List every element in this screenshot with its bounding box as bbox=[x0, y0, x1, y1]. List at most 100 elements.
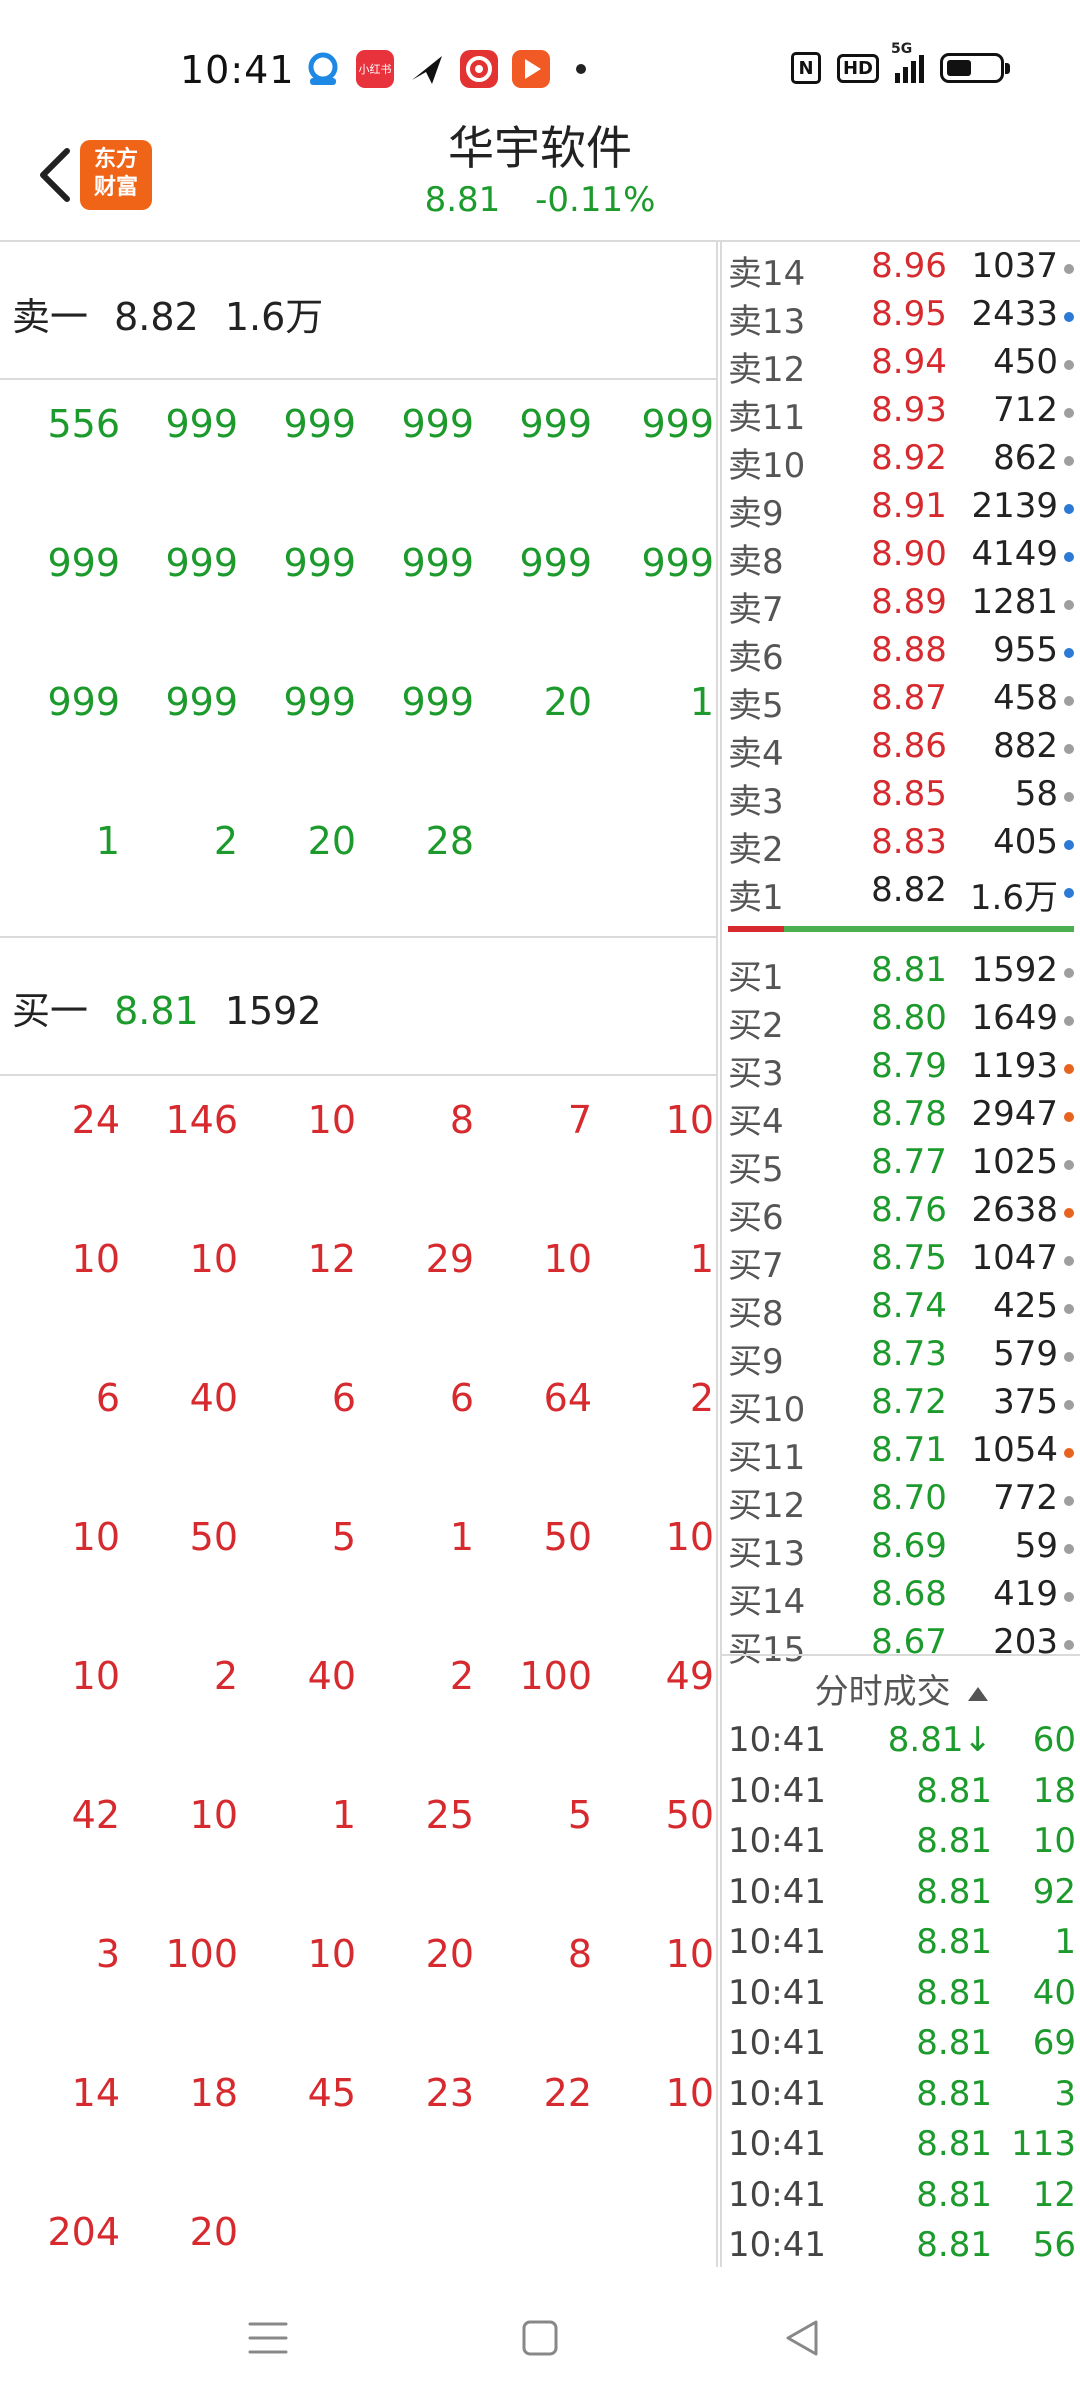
order-book-volume: 1047 bbox=[971, 1238, 1058, 1278]
order-book-row[interactable]: 买8 8.74 425 bbox=[722, 1286, 1080, 1334]
signal-icon: 5G bbox=[891, 41, 924, 83]
order-book-row[interactable]: 卖7 8.89 1281 bbox=[722, 582, 1080, 630]
tick-time: 10:41 bbox=[728, 2124, 826, 2164]
order-cell: 3 bbox=[95, 1932, 120, 1976]
order-book-row[interactable]: 买5 8.77 1025 bbox=[722, 1142, 1080, 1190]
order-book-level: 买10 bbox=[728, 1390, 806, 1430]
order-cell: 22 bbox=[543, 2071, 592, 2115]
weibo-icon bbox=[460, 50, 498, 88]
sell-one-header[interactable]: 卖一 8.82 1.6万 bbox=[12, 286, 323, 341]
stock-price: 8.81 bbox=[424, 180, 501, 220]
order-cell: 8 bbox=[449, 1098, 474, 1142]
order-book-row[interactable]: 买1 8.81 1592 bbox=[722, 950, 1080, 998]
order-book-row[interactable]: 买15 8.67 203 bbox=[722, 1622, 1080, 1670]
order-cell: 10 bbox=[665, 1932, 714, 1976]
order-book-row[interactable]: 买10 8.72 375 bbox=[722, 1382, 1080, 1430]
order-book-level: 买6 bbox=[728, 1198, 784, 1238]
order-book-volume: 375 bbox=[993, 1382, 1058, 1422]
tick-time: 10:41 bbox=[728, 2073, 826, 2114]
back-nav-button[interactable] bbox=[772, 2308, 832, 2368]
order-book-price: 8.73 bbox=[871, 1334, 947, 1374]
order-book-level: 卖4 bbox=[728, 734, 784, 774]
order-book-row[interactable]: 买4 8.78 2947 bbox=[722, 1094, 1080, 1142]
order-book-panel: 卖14 8.96 1037 卖13 8.95 2433 卖12 8.94 450 卖11 8.93 7… bbox=[720, 242, 1080, 2267]
order-book-volume: 1025 bbox=[971, 1142, 1058, 1182]
back-triangle-icon bbox=[786, 2320, 818, 2356]
order-book-row[interactable]: 卖11 8.93 712 bbox=[722, 390, 1080, 438]
tick-price: 8.81 bbox=[916, 2023, 992, 2063]
order-book-row[interactable]: 卖1 8.82 1.6万 bbox=[722, 870, 1080, 918]
mid-divider bbox=[0, 936, 716, 938]
order-book-level: 买5 bbox=[728, 1150, 784, 1190]
order-book-level: 卖14 bbox=[728, 254, 806, 294]
order-book-row[interactable]: 买12 8.70 772 bbox=[722, 1478, 1080, 1526]
order-cell: 999 bbox=[47, 680, 120, 724]
order-book-row[interactable]: 卖8 8.90 4149 bbox=[722, 534, 1080, 582]
tick-time: 10:41 bbox=[728, 1821, 826, 1861]
order-book-row[interactable]: 卖9 8.91 2139 bbox=[722, 486, 1080, 534]
xiaohongshu-icon: 小红书 bbox=[356, 50, 394, 88]
order-book-volume: 458 bbox=[993, 678, 1058, 718]
tick-time: 10:41 bbox=[728, 1972, 826, 2013]
order-cell: 999 bbox=[165, 541, 238, 585]
order-flag-dot-icon bbox=[1064, 648, 1074, 658]
order-cell: 24 bbox=[71, 1098, 120, 1142]
order-book-price: 8.83 bbox=[871, 822, 947, 862]
order-book-row[interactable]: 卖2 8.83 405 bbox=[722, 822, 1080, 870]
order-book-row[interactable]: 卖5 8.87 458 bbox=[722, 678, 1080, 726]
tick-price: 8.81 bbox=[916, 1821, 992, 1861]
order-book-volume: 1592 bbox=[971, 950, 1058, 990]
order-cell: 14 bbox=[71, 2071, 120, 2115]
order-book-price: 8.85 bbox=[871, 774, 947, 814]
order-flag-dot-icon bbox=[1064, 696, 1074, 706]
buy-one-header[interactable]: 买一 8.81 1592 bbox=[12, 980, 322, 1035]
order-book-volume: 4149 bbox=[971, 534, 1058, 574]
order-book-level: 买11 bbox=[728, 1438, 806, 1478]
order-book-price: 8.71 bbox=[871, 1430, 947, 1470]
order-book-volume: 203 bbox=[993, 1622, 1058, 1662]
order-book-row[interactable]: 卖6 8.88 955 bbox=[722, 630, 1080, 678]
order-book-row[interactable]: 卖3 8.85 58 bbox=[722, 774, 1080, 822]
ticks-header[interactable]: 分时成交 bbox=[722, 1664, 1080, 1713]
order-flag-dot-icon bbox=[1064, 1496, 1074, 1506]
order-cell: 146 bbox=[165, 1098, 238, 1142]
order-book-row[interactable]: 买7 8.75 1047 bbox=[722, 1238, 1080, 1286]
ticks-header-label: 分时成交 bbox=[814, 1672, 951, 1712]
order-book-row[interactable]: 买6 8.76 2638 bbox=[722, 1190, 1080, 1238]
order-cell: 6 bbox=[331, 1376, 356, 1420]
menu-button[interactable] bbox=[238, 2308, 298, 2368]
order-book-row[interactable]: 买2 8.80 1649 bbox=[722, 998, 1080, 1046]
order-book-price: 8.94 bbox=[871, 342, 947, 382]
stock-title: 华宇软件 bbox=[448, 121, 632, 175]
order-flag-dot-icon bbox=[1064, 552, 1074, 562]
order-book-row[interactable]: 卖12 8.94 450 bbox=[722, 342, 1080, 390]
order-book-row[interactable]: 买14 8.68 419 bbox=[722, 1574, 1080, 1622]
order-book-row[interactable]: 卖13 8.95 2433 bbox=[722, 294, 1080, 342]
notification-icons: 小红书 bbox=[304, 50, 586, 88]
tick-price: 8.81 bbox=[916, 1922, 992, 1962]
order-book-row[interactable]: 买3 8.79 1193 bbox=[722, 1046, 1080, 1094]
order-book-price: 8.92 bbox=[871, 438, 947, 478]
tick-time: 10:41 bbox=[728, 2174, 826, 2215]
battery-icon bbox=[940, 53, 1010, 83]
order-book-volume: 1037 bbox=[971, 246, 1058, 286]
tick-time: 10:41 bbox=[728, 1871, 826, 1912]
home-button[interactable] bbox=[510, 2308, 570, 2368]
order-book-row[interactable]: 卖14 8.96 1037 bbox=[722, 246, 1080, 294]
order-book-volume: 425 bbox=[993, 1286, 1058, 1326]
order-book-row[interactable]: 卖10 8.92 862 bbox=[722, 438, 1080, 486]
order-cell: 25 bbox=[425, 1793, 474, 1837]
buy-one-label: 买一 bbox=[12, 989, 89, 1033]
tick-volume: 56 bbox=[1032, 2225, 1076, 2265]
tick-price: 8.81 bbox=[916, 2225, 992, 2265]
order-cell: 2 bbox=[689, 1376, 714, 1420]
order-book-row[interactable]: 买11 8.71 1054 bbox=[722, 1430, 1080, 1478]
order-book-volume: 772 bbox=[993, 1478, 1058, 1518]
order-cell: 7 bbox=[567, 1098, 592, 1142]
order-cell: 100 bbox=[165, 1932, 238, 1976]
order-book-row[interactable]: 买9 8.73 579 bbox=[722, 1334, 1080, 1382]
order-book-level: 买4 bbox=[728, 1102, 784, 1142]
order-cell: 18 bbox=[189, 2071, 238, 2115]
order-book-row[interactable]: 卖4 8.86 882 bbox=[722, 726, 1080, 774]
order-book-row[interactable]: 买13 8.69 59 bbox=[722, 1526, 1080, 1574]
